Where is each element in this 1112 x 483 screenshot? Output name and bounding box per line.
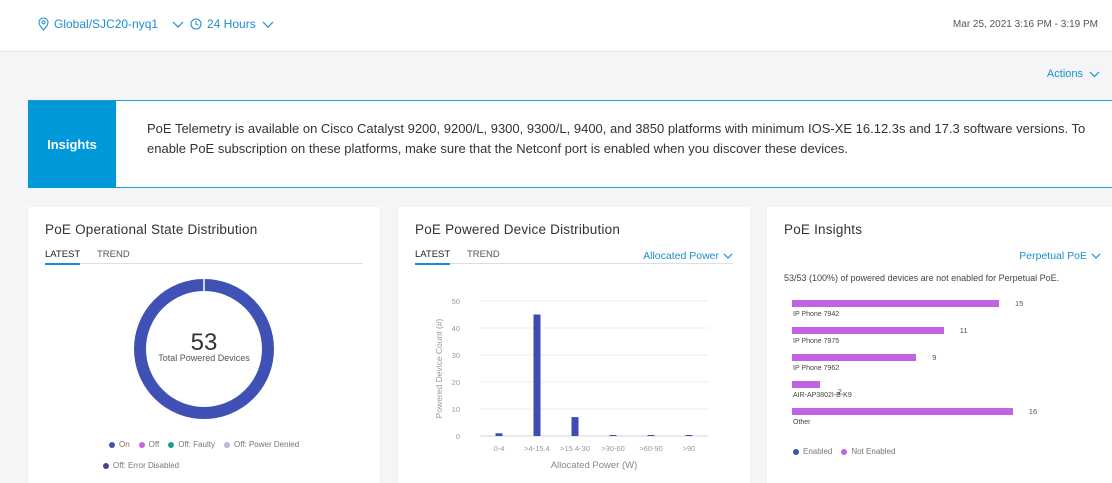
legend-label: Enabled xyxy=(803,447,833,456)
card-poe-insights: PoE Insights Perpetual PoE 53/53 (100%) … xyxy=(767,207,1112,483)
legend-item[interactable]: Off: Power Denied xyxy=(223,440,300,449)
time-range-selector[interactable]: 24 Hours xyxy=(190,17,274,31)
clock-icon xyxy=(190,18,202,30)
hbar-value: 9 xyxy=(932,353,937,362)
legend-label: Off: Power Denied xyxy=(233,440,300,449)
y-tick-label: 10 xyxy=(452,405,460,414)
x-tick-label: 0-4 xyxy=(494,444,505,453)
x-tick-label: >30-60 xyxy=(601,444,625,453)
hbar-label: Other xyxy=(793,419,811,426)
date-range-text: Mar 25, 2021 3:16 PM - 3:19 PM xyxy=(952,19,1098,30)
y-tick-label: 50 xyxy=(452,297,460,306)
perpetual-poe-dropdown[interactable]: Perpetual PoE xyxy=(1019,250,1101,262)
y-tick-label: 40 xyxy=(452,324,460,333)
chevron-down-icon xyxy=(1089,71,1100,77)
chevron-down-icon xyxy=(262,21,274,28)
chevron-down-icon xyxy=(172,21,184,28)
legend-label: On xyxy=(119,440,130,449)
legend: On Off Off: Faulty Off: Power Denied xyxy=(109,440,308,449)
chevron-down-icon xyxy=(1091,253,1101,259)
bar xyxy=(609,435,617,436)
legend-label: Not Enabled xyxy=(851,447,896,456)
y-axis-label: Powered Device Count (#) xyxy=(434,318,444,418)
bar xyxy=(533,314,541,436)
legend-label: Off xyxy=(148,440,160,449)
x-tick-label: >90 xyxy=(683,444,696,453)
x-tick-label: >15.4-30 xyxy=(560,444,590,453)
hbar-label: IP Phone 7975 xyxy=(793,338,840,345)
legend-item[interactable]: Enabled xyxy=(793,447,832,456)
legend-item[interactable]: On xyxy=(109,440,130,449)
hbar-label: IP Phone 7942 xyxy=(793,311,840,318)
bar xyxy=(685,435,693,436)
legend: Off: Error Disabled xyxy=(103,461,188,470)
bar xyxy=(495,433,503,436)
total-label: Total Powered Devices xyxy=(158,353,250,363)
insights-badge: Insights xyxy=(28,101,116,188)
hbar[interactable] xyxy=(792,327,944,334)
location-label: Global/SJC20-nyq1 xyxy=(54,17,159,31)
legend-swatch xyxy=(793,448,799,455)
legend-label: Off: Faulty xyxy=(178,440,215,449)
insights-message: PoE Telemetry is available on Cisco Cata… xyxy=(147,121,1086,156)
hbar-value: 11 xyxy=(959,326,968,335)
y-tick-label: 30 xyxy=(452,351,460,360)
bar xyxy=(571,417,579,436)
card-title: PoE Insights xyxy=(784,222,863,237)
x-axis-label: Allocated Power (W) xyxy=(551,460,638,471)
legend: Enabled Not Enabled xyxy=(793,447,904,456)
card-powered-device: PoE Powered Device Distribution LATEST T… xyxy=(398,207,750,483)
card-operational-state: PoE Operational State Distribution LATES… xyxy=(28,207,380,483)
legend-label: Off: Error Disabled xyxy=(113,461,180,470)
hbar-value: 16 xyxy=(1028,407,1038,416)
legend-swatch xyxy=(168,441,175,448)
legend-item[interactable]: Not Enabled xyxy=(841,447,895,456)
hbar-label: IP Phone 7962 xyxy=(793,365,840,372)
legend-item[interactable]: Off: Error Disabled xyxy=(103,461,179,470)
actions-menu[interactable]: Actions xyxy=(1047,68,1100,80)
legend-swatch xyxy=(109,441,115,448)
legend-item[interactable]: Off: Faulty xyxy=(168,440,215,449)
hbar[interactable] xyxy=(792,408,1013,415)
bar-chart: 0 10 20 30 40 50 0-4 >4-15.4 >15.4-30 >30-60 >60-9… xyxy=(434,297,708,471)
x-tick-label: >4-15.4 xyxy=(524,444,550,453)
bar xyxy=(647,435,655,436)
top-bar: Global/SJC20-nyq1 24 Hours Mar 25, 2021 … xyxy=(0,0,1112,52)
hbar-value: 15 xyxy=(1015,299,1024,308)
hbar[interactable] xyxy=(792,354,917,361)
legend-swatch xyxy=(103,462,109,469)
actions-label: Actions xyxy=(1046,68,1083,80)
legend-swatch xyxy=(138,441,145,448)
dropdown-label: Perpetual PoE xyxy=(1019,250,1087,262)
time-range-label: 24 Hours xyxy=(207,17,256,31)
legend-swatch xyxy=(223,441,230,448)
hbar[interactable] xyxy=(792,381,820,388)
hbar-label: AIR-AP3802I-B-K9 xyxy=(793,392,852,399)
insights-banner: Insights PoE Telemetry is available on C… xyxy=(28,100,1112,188)
location-pin-icon xyxy=(38,17,49,31)
y-tick-label: 0 xyxy=(456,432,460,441)
y-tick-label: 20 xyxy=(452,378,460,387)
hbar[interactable] xyxy=(792,300,999,307)
legend-swatch xyxy=(841,448,848,455)
insight-summary: 53/53 (100%) of powered devices are not … xyxy=(784,273,1060,283)
location-selector[interactable]: Global/SJC20-nyq1 xyxy=(38,17,184,31)
x-tick-label: >60-90 xyxy=(639,444,663,453)
legend-item[interactable]: Off xyxy=(138,440,160,449)
